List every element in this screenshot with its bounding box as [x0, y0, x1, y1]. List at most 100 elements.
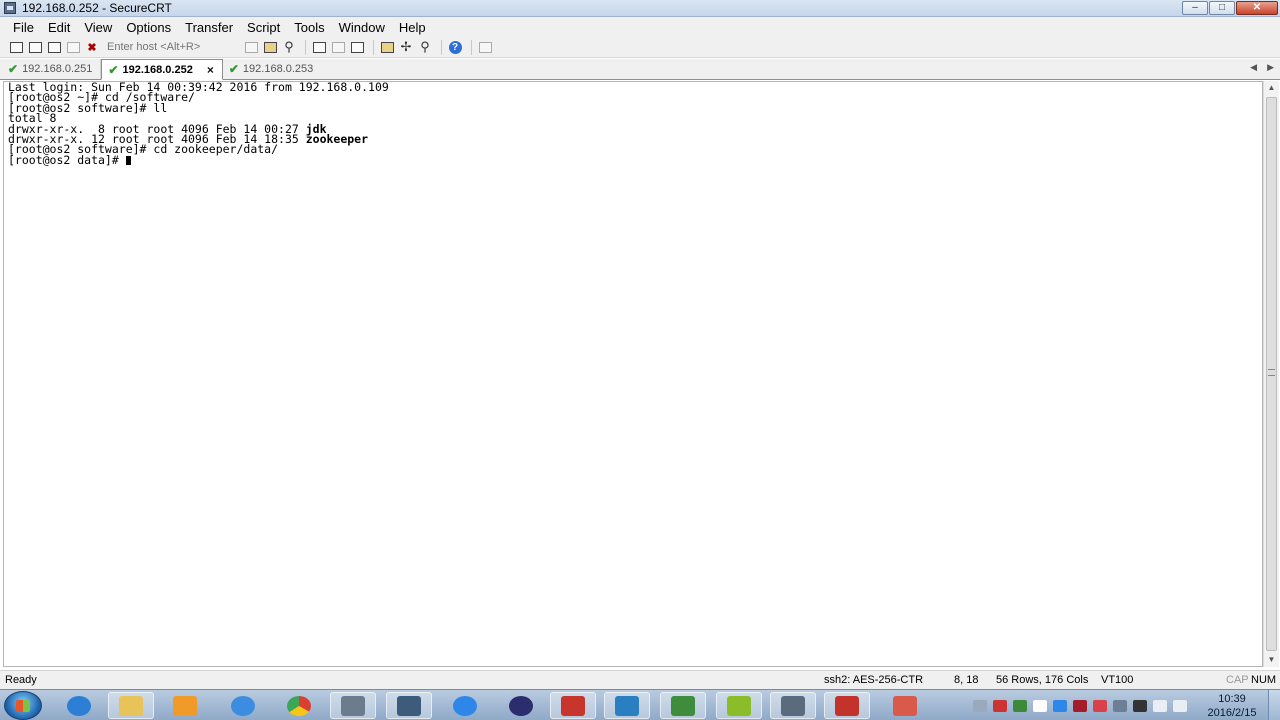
chrome-icon: [287, 695, 311, 716]
eraser-icon: [893, 695, 917, 716]
host-input[interactable]: [103, 39, 231, 55]
tab-label: 192.168.0.251: [22, 63, 93, 75]
taskbar-app-eclipse[interactable]: [498, 692, 544, 719]
terminal-line: [root@os2 software]# cd zookeeper/data/: [8, 142, 279, 157]
tray-app-icon[interactable]: [993, 699, 1007, 712]
menu-script[interactable]: Script: [240, 20, 287, 35]
windows-icon[interactable]: [1033, 699, 1047, 712]
tray-app-icon[interactable]: [1093, 699, 1107, 712]
taskbar-app-filezilla[interactable]: [550, 692, 596, 719]
tray-app-icon[interactable]: [1073, 699, 1087, 712]
print-icon[interactable]: [311, 40, 327, 55]
connected-check-icon: ✔: [228, 62, 239, 76]
status-caps-lock: CAP: [1226, 674, 1249, 686]
terminal-cursor: [125, 155, 131, 165]
connect-in-tab-icon[interactable]: [46, 40, 62, 55]
reconnect-icon[interactable]: [65, 40, 81, 55]
quick-connect-icon[interactable]: [27, 40, 43, 55]
taskbar-app-chrome[interactable]: [276, 692, 322, 719]
taskbar-app-vbox[interactable]: [604, 692, 650, 719]
tray-app-icon[interactable]: [1133, 699, 1147, 712]
filezilla-icon: [561, 695, 585, 716]
help-icon[interactable]: ?: [447, 40, 463, 55]
taskbar-app-explorer[interactable]: [108, 692, 154, 719]
taskbar-app-ie[interactable]: [56, 692, 102, 719]
tab-scroll-arrows: ◀ ▶: [1250, 62, 1274, 73]
tray-app-icon[interactable]: [1113, 699, 1127, 712]
menu-bar: File Edit View Options Transfer Script T…: [0, 17, 1280, 37]
disconnect-icon[interactable]: ✖: [84, 40, 100, 55]
show-desktop-button[interactable]: [1268, 690, 1280, 720]
taskbar-app-baidu[interactable]: [220, 692, 266, 719]
status-cursor-position: 8, 18: [954, 674, 979, 686]
folder-icon: [119, 695, 143, 716]
keymap-icon[interactable]: ⚲: [417, 39, 433, 55]
taskbar-app-tool1[interactable]: [330, 692, 376, 719]
eclipse-icon: [509, 695, 533, 716]
tray-app-icon[interactable]: [1013, 699, 1027, 712]
menu-window[interactable]: Window: [332, 20, 392, 35]
paste-icon[interactable]: [262, 40, 278, 55]
status-emulation: VT100: [1101, 674, 1134, 686]
terminal-prompt-line: [root@os2 data]#: [8, 152, 1262, 167]
copy-icon[interactable]: [243, 40, 259, 55]
status-terminal-size: 56 Rows, 176 Cols: [996, 674, 1089, 686]
sftp-icon[interactable]: [477, 40, 493, 55]
virtualbox-icon: [615, 695, 639, 716]
taskbar-app-project[interactable]: [660, 692, 706, 719]
lock-icon: [397, 695, 421, 716]
cloud-icon: [231, 695, 255, 716]
minimize-icon: –: [1192, 2, 1198, 13]
tab-192-168-0-252[interactable]: ✔ 192.168.0.252 ×: [101, 59, 223, 80]
global-options-icon[interactable]: ✢: [398, 39, 414, 55]
tab-scroll-left-icon[interactable]: ◀: [1250, 62, 1257, 73]
taskbar-app-securecrt[interactable]: [770, 692, 816, 719]
terminal-scrollbar[interactable]: ▲ ▼: [1263, 81, 1279, 667]
scroll-down-icon[interactable]: ▼: [1264, 653, 1279, 667]
menu-options[interactable]: Options: [119, 20, 178, 35]
menu-file[interactable]: File: [6, 20, 41, 35]
feather-icon: [453, 695, 477, 716]
find-icon[interactable]: ⚲: [281, 39, 297, 55]
menu-view[interactable]: View: [77, 20, 119, 35]
taskbar-app-media[interactable]: [162, 692, 208, 719]
tab-scroll-right-icon[interactable]: ▶: [1267, 62, 1274, 73]
tab-close-icon[interactable]: ×: [207, 63, 214, 77]
network-icon[interactable]: [1153, 699, 1167, 712]
taskbar-clock[interactable]: 10:39 2016/2/15: [1196, 692, 1268, 720]
keyboard-icon[interactable]: [973, 699, 987, 712]
status-num-lock: NUM: [1251, 674, 1277, 686]
terminal-area[interactable]: Last login: Sun Feb 14 00:39:42 2016 fro…: [3, 81, 1263, 667]
securecrt-icon: [781, 695, 805, 716]
maximize-button[interactable]: □: [1209, 1, 1235, 15]
x-letter-icon: [835, 695, 859, 716]
menu-edit[interactable]: Edit: [41, 20, 77, 35]
tab-192-168-0-253[interactable]: ✔ 192.168.0.253: [223, 59, 321, 79]
print-setup-icon[interactable]: [349, 40, 365, 55]
taskbar-app-mindmap[interactable]: [716, 692, 762, 719]
connect-icon[interactable]: [8, 40, 24, 55]
minimize-button[interactable]: –: [1182, 1, 1208, 15]
project-icon: [671, 695, 695, 716]
toolbar-separator: [441, 39, 442, 55]
status-ready: Ready: [5, 674, 37, 686]
taskbar-app-feather[interactable]: [442, 692, 488, 719]
taskbar-app-plugin[interactable]: [882, 692, 928, 719]
taskbar-app-xmind[interactable]: [824, 692, 870, 719]
tab-label: 192.168.0.252: [122, 63, 193, 76]
session-tabs: ✔ 192.168.0.251 ✔ 192.168.0.252 × ✔ 192.…: [0, 59, 1280, 80]
tab-192-168-0-251[interactable]: ✔ 192.168.0.251: [2, 59, 102, 79]
volume-icon[interactable]: [1173, 699, 1187, 712]
terminal-prompt: [root@os2 data]#: [8, 152, 126, 167]
taskbar-app-tool2[interactable]: [386, 692, 432, 719]
close-button[interactable]: ✕: [1236, 1, 1278, 15]
print-selection-icon[interactable]: [330, 40, 346, 55]
session-options-icon[interactable]: [379, 40, 395, 55]
menu-transfer[interactable]: Transfer: [178, 20, 240, 35]
menu-tools[interactable]: Tools: [287, 20, 331, 35]
securecrt-app-icon[interactable]: [4, 2, 16, 14]
start-button[interactable]: [4, 691, 42, 720]
tray-app-icon[interactable]: [1053, 699, 1067, 712]
menu-help[interactable]: Help: [392, 20, 433, 35]
scroll-up-icon[interactable]: ▲: [1264, 81, 1279, 95]
